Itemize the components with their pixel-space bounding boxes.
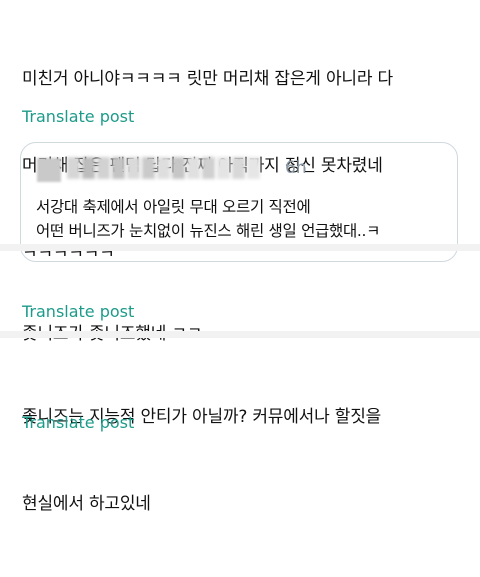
translate-post-link[interactable]: Translate post (22, 107, 134, 127)
avatar (37, 158, 61, 182)
post-separator (0, 244, 480, 251)
post-3[interactable]: 좆니즈는 지능적 안티가 아닐까? 커뮤에서나 할짓을 현실에서 하고있네 Tr… (0, 338, 480, 514)
quoted-post-text-line: 서강대 축제에서 아일릿 무대 오르기 직전에 (36, 198, 311, 216)
post-text-line: 미친거 아니야ㅋㅋㅋㅋ 릿만 머리채 잡은게 아니라 다 (22, 69, 393, 89)
post-text: 좆니즈는 지능적 안티가 아닐까? 커뮤에서나 할짓을 현실에서 하고있네 (22, 345, 470, 577)
blurred-author-name (67, 157, 260, 179)
post-1[interactable]: 미친거 아니야ㅋㅋㅋㅋ 릿만 머리채 잡은게 아니라 다 머리채 잡은 팬덤 답… (0, 0, 480, 263)
quoted-post-timestamp[interactable]: 6h (285, 158, 307, 178)
quoted-post-text-line: 어떤 버니즈가 눈치없이 뉴진스 해린 생일 언급했대..ㅋ (36, 222, 381, 240)
quoted-post-text: 서강대 축제에서 아일릿 무대 오르기 직전에 어떤 버니즈가 눈치없이 뉴진스… (36, 195, 447, 243)
translate-post-link[interactable]: Translate post (22, 302, 134, 322)
translate-post-link[interactable]: Translate post (22, 413, 134, 433)
post-text-line: 현실에서 하고있네 (22, 494, 151, 514)
post-2[interactable]: 좆니즈가 좆니즈했네 ㅋㅋ Translate post (0, 251, 480, 344)
post-separator (0, 331, 480, 338)
